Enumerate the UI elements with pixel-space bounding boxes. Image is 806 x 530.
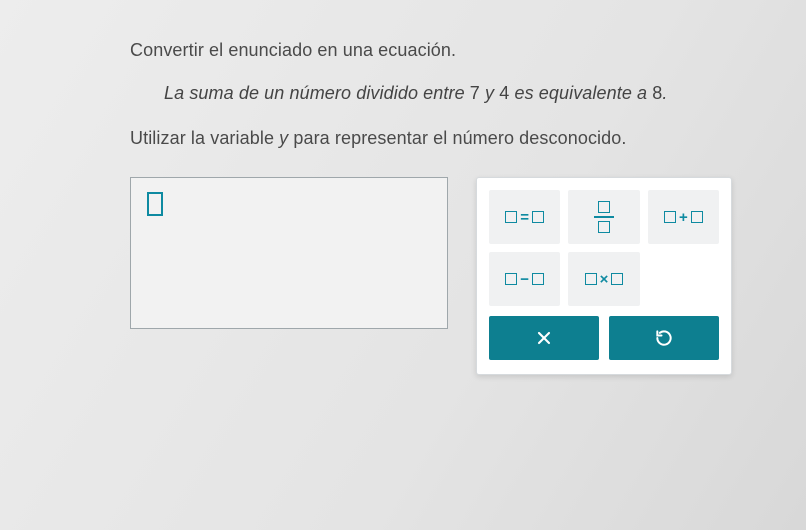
minus-op: −	[520, 271, 529, 288]
undo-icon	[654, 328, 674, 348]
var-instr-prefix: Utilizar la variable	[130, 128, 279, 148]
times-op: ×	[600, 271, 609, 288]
placeholder-box-icon	[532, 211, 544, 223]
problem-suffix: .	[662, 83, 667, 103]
problem-statement: La suma de un número dividido entre 7 y …	[164, 83, 746, 104]
problem-num2: 4	[499, 83, 509, 103]
fraction-icon	[594, 201, 614, 233]
minus-button[interactable]: −	[489, 252, 560, 306]
var-instr-variable: y	[279, 128, 288, 148]
placeholder-box-icon	[532, 273, 544, 285]
problem-prefix: La suma de un número dividido entre	[164, 83, 470, 103]
plus-op: +	[679, 209, 688, 226]
problem-num3: 8	[652, 83, 662, 103]
times-button[interactable]: ×	[568, 252, 639, 306]
problem-mid2: es equivalente a	[509, 83, 652, 103]
placeholder-box-icon	[505, 211, 517, 223]
fraction-button[interactable]	[568, 190, 639, 244]
equals-button[interactable]: =	[489, 190, 560, 244]
placeholder-box-icon	[585, 273, 597, 285]
placeholder-box-icon	[505, 273, 517, 285]
clear-button[interactable]	[489, 316, 599, 360]
plus-button[interactable]: +	[648, 190, 719, 244]
input-cursor-placeholder	[147, 192, 163, 216]
placeholder-box-icon	[691, 211, 703, 223]
instruction-text: Convertir el enunciado en una ecuación.	[130, 40, 746, 61]
symbol-palette: = + − ×	[476, 177, 732, 375]
problem-mid1: y	[480, 83, 499, 103]
equals-op: =	[520, 209, 529, 226]
reset-button[interactable]	[609, 316, 719, 360]
variable-instruction: Utilizar la variable y para representar …	[130, 128, 746, 149]
close-icon	[534, 328, 554, 348]
var-instr-suffix: para representar el número desconocido.	[288, 128, 626, 148]
problem-num1: 7	[470, 83, 480, 103]
answer-input-box[interactable]	[130, 177, 448, 329]
placeholder-box-icon	[664, 211, 676, 223]
placeholder-box-icon	[611, 273, 623, 285]
